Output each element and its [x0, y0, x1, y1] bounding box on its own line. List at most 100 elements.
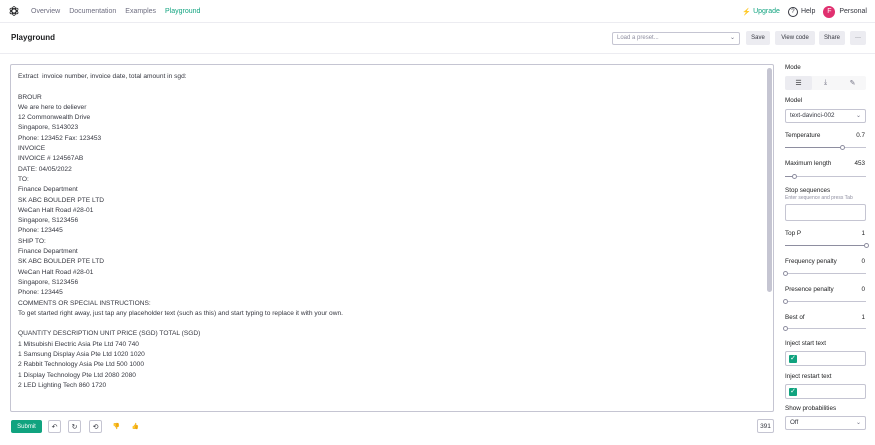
regenerate-icon[interactable]: ↻: [68, 420, 81, 433]
prompt-line: 1 Mitsubishi Electric Asia Pte Ltd 740 7…: [18, 340, 139, 348]
nav-right: ⚡ Upgrade ? Help F Personal: [742, 0, 867, 23]
help-label: Help: [800, 8, 816, 15]
avatar: F: [823, 5, 836, 18]
insert-mode-icon[interactable]: ⤓: [812, 76, 839, 90]
complete-mode-icon[interactable]: ☰: [785, 76, 812, 90]
slider-handle[interactable]: [864, 243, 869, 248]
show-probabilities-label: Show probabilities: [785, 405, 837, 412]
mode-label: Mode: [785, 64, 801, 71]
chevron-down-icon: ⌄: [855, 420, 861, 426]
prompt-line: WeCan Halt Road #28-01: [18, 206, 94, 214]
nav-link-overview[interactable]: Overview: [31, 8, 60, 15]
thumbs-up-icon[interactable]: 👍: [129, 420, 142, 433]
frequency-penalty-slider[interactable]: [783, 271, 866, 276]
prompt-line: INVOICE: [18, 145, 46, 153]
prompt-line: COMMENTS OR SPECIAL INSTRUCTIONS:: [18, 299, 151, 307]
prompt-line: [18, 82, 758, 92]
upgrade-label: Upgrade: [753, 8, 780, 15]
prompt-line: 1 Display Technology Pte Ltd 2080 2080: [18, 371, 136, 379]
account-menu[interactable]: F Personal: [823, 5, 867, 18]
model-label: Model: [785, 97, 803, 104]
presence-penalty-label: Presence penalty: [785, 286, 834, 293]
model-value: text-davinci-002: [790, 112, 835, 119]
top-p-value: 1: [861, 230, 865, 237]
help-button[interactable]: ? Help: [787, 6, 816, 17]
nav-link-playground[interactable]: Playground: [165, 8, 200, 15]
inject-restart-label: Inject restart text: [785, 373, 832, 380]
prompt-line: Singapore, S123456: [18, 217, 79, 225]
max-length-slider[interactable]: [785, 174, 866, 179]
inject-start-checkbox[interactable]: ✓: [789, 355, 797, 363]
temperature-value: 0.7: [856, 132, 865, 139]
preset-placeholder: Load a preset...: [617, 35, 659, 41]
show-probabilities-value: Off: [790, 419, 799, 426]
prompt-line: Singapore, S123456: [18, 278, 79, 286]
prompt-line: 1 Samsung Display Asia Pte Ltd 1020 1020: [18, 351, 145, 359]
preset-select[interactable]: Load a preset... ⌄: [612, 32, 740, 45]
account-label: Personal: [839, 8, 867, 15]
prompt-line: Singapore, S143023: [18, 124, 79, 132]
inject-start-label: Inject start text: [785, 340, 826, 347]
upgrade-link[interactable]: ⚡ Upgrade: [742, 8, 780, 16]
slider-handle[interactable]: [783, 326, 788, 331]
prompt-line: DATE: 04/05/2022: [18, 165, 72, 173]
presence-penalty-value: 0: [861, 286, 865, 293]
view-code-button[interactable]: View code: [775, 31, 815, 45]
temperature-slider[interactable]: [785, 145, 866, 150]
inject-restart-field: ✓: [785, 384, 866, 399]
top-p-slider[interactable]: [785, 243, 869, 248]
chevron-down-icon: ⌄: [855, 113, 861, 119]
token-count: 391: [757, 419, 774, 433]
nav-links: Overview Documentation Examples Playgrou…: [31, 0, 200, 23]
prompt-line: BROUR: [18, 93, 42, 101]
max-length-value: 453: [854, 160, 865, 167]
help-circle-icon: ?: [787, 6, 798, 17]
slider-handle[interactable]: [783, 299, 788, 304]
inject-restart-checkbox[interactable]: ✓: [789, 388, 797, 396]
slider-handle[interactable]: [783, 271, 788, 276]
prompt-editor[interactable]: Extract invoice number, invoice date, to…: [10, 64, 774, 412]
slider-handle[interactable]: [791, 174, 797, 179]
stop-sequences-label: Stop sequences: [785, 187, 831, 194]
prompt-text[interactable]: Extract invoice number, invoice date, to…: [18, 72, 758, 391]
prompt-line: 2 Rabbit Technology Asia Pte Ltd 500 100…: [18, 361, 144, 369]
editor-scrollbar[interactable]: [766, 66, 773, 410]
prompt-line: WeCan Halt Road #28-01: [18, 268, 94, 276]
prompt-line: SK ABC BOULDER PTE LTD: [18, 196, 104, 204]
openai-logo-icon[interactable]: [8, 5, 20, 17]
prompt-line: Extract invoice number, invoice date, to…: [18, 73, 187, 80]
prompt-line: 2 LED Lighting Tech 860 1720: [18, 381, 107, 389]
best-of-label: Best of: [785, 314, 805, 321]
prompt-line: We are here to deliever: [18, 103, 87, 111]
editor-scroll-thumb[interactable]: [767, 68, 772, 292]
prompt-line: SK ABC BOULDER PTE LTD: [18, 258, 104, 266]
lightning-icon: ⚡: [742, 8, 752, 16]
nav-link-documentation[interactable]: Documentation: [69, 8, 116, 15]
page-title: Playground: [11, 33, 56, 42]
best-of-slider[interactable]: [783, 326, 866, 331]
history-icon[interactable]: ⟲: [89, 420, 102, 433]
stop-sequences-input[interactable]: [785, 204, 866, 221]
prompt-line: Finance Department: [18, 186, 78, 194]
mode-selector: ☰ ⤓ ✎: [785, 76, 866, 90]
nav-link-examples[interactable]: Examples: [125, 8, 156, 15]
share-button[interactable]: Share: [819, 31, 845, 45]
model-select[interactable]: text-davinci-002 ⌄: [785, 109, 866, 123]
save-button[interactable]: Save: [746, 31, 770, 45]
top-navigation: Overview Documentation Examples Playgrou…: [0, 0, 875, 23]
prompt-line: 12 Commonwealth Drive: [18, 114, 91, 122]
max-length-label: Maximum length: [785, 160, 832, 167]
prompt-line: Phone: 123445: [18, 227, 63, 235]
prompt-line: SHIP TO:: [18, 237, 46, 245]
slider-handle[interactable]: [839, 145, 845, 150]
presence-penalty-slider[interactable]: [783, 299, 866, 304]
frequency-penalty-label: Frequency penalty: [785, 258, 837, 265]
thumbs-down-icon[interactable]: 👎: [110, 420, 123, 433]
undo-icon[interactable]: ↶: [48, 420, 61, 433]
prompt-line: TO:: [18, 175, 29, 183]
show-probabilities-select[interactable]: Off ⌄: [785, 416, 866, 430]
edit-mode-icon[interactable]: ✎: [839, 76, 866, 90]
temperature-label: Temperature: [785, 132, 821, 139]
more-options-button[interactable]: ···: [850, 31, 866, 45]
submit-button[interactable]: Submit: [11, 420, 42, 433]
